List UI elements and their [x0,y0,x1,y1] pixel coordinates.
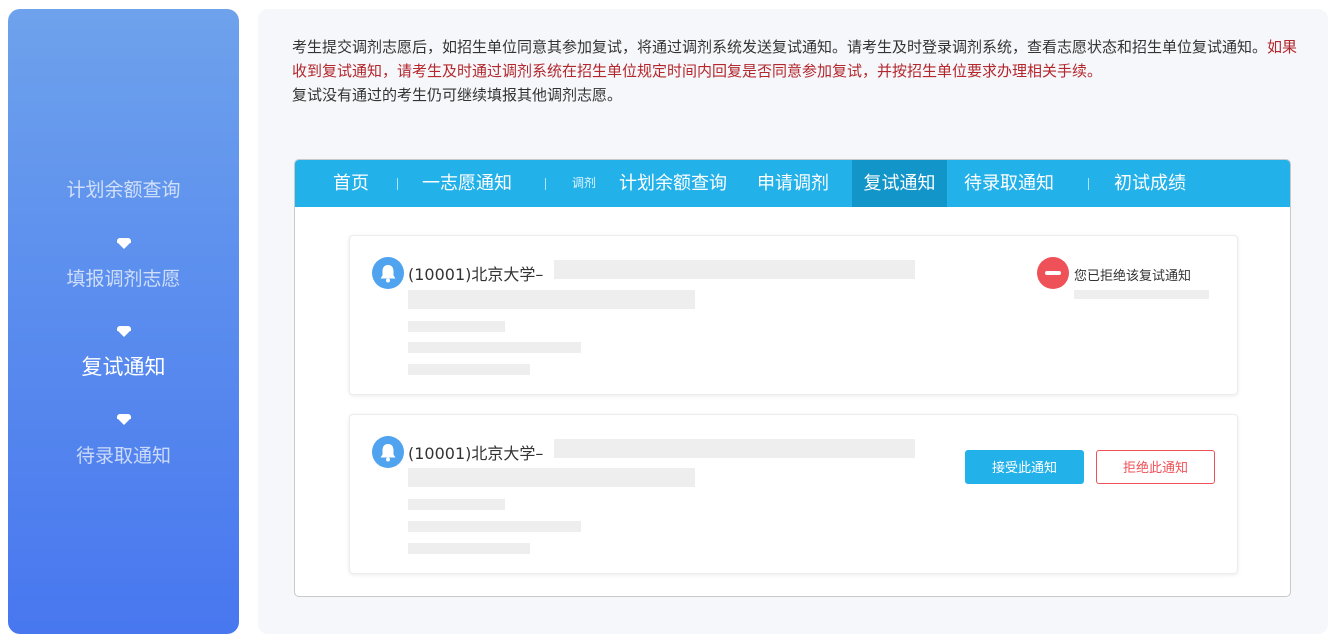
step-sidebar: 计划余额查询 填报调剂志愿 复试通知 待录取通知 [8,9,239,634]
redacted-block [408,499,505,510]
nav-plan-balance-query[interactable]: 计划余额查询 [619,160,727,207]
nav-first-choice-notice[interactable]: 一志愿通知 [422,160,512,207]
down-arrow-icon [117,414,131,425]
step-fill-adjustment[interactable]: 填报调剂志愿 [8,264,239,291]
university-name: (10001)北京大学– [408,444,544,463]
nav-initial-exam-score[interactable]: 初试成绩 [1114,160,1186,207]
redacted-block [554,439,915,458]
step-retest-notice[interactable]: 复试通知 [8,351,239,381]
reject-minus-icon [1037,257,1069,289]
nav-bar: 首页 一志愿通知 调剂 计划余额查询 申请调剂 复试通知 待录取通知 初试成绩 [295,160,1290,207]
down-arrow-icon [117,238,131,249]
screenshot-frame: 首页 一志愿通知 调剂 计划余额查询 申请调剂 复试通知 待录取通知 初试成绩 … [294,159,1291,597]
notice-card-1: (10001)北京大学– 您已拒绝该复试通知 [349,235,1238,395]
nav-divider [397,178,398,190]
bell-icon [372,257,404,289]
redacted-block [408,543,530,554]
main-panel: 考生提交调剂志愿后，如招生单位同意其参加复试，将通过调剂系统发送复试通知。请考生… [258,9,1328,634]
redacted-block [408,364,530,375]
decline-notice-button[interactable]: 拒绝此通知 [1096,450,1215,484]
notice-text: 考生提交调剂志愿后，如招生单位同意其参加复试，将通过调剂系统发送复试通知。请考生… [292,35,1302,107]
redacted-block [408,468,695,487]
redacted-block [408,342,581,353]
redacted-block [408,521,581,532]
status-rejected-text: 您已拒绝该复试通知 [1074,269,1192,284]
step-pending-admission[interactable]: 待录取通知 [8,441,239,468]
redacted-block [554,260,915,279]
down-arrow-icon [117,326,131,337]
nav-home[interactable]: 首页 [333,160,369,207]
notice-card-2: (10001)北京大学– 接受此通知 拒绝此通知 [349,414,1238,574]
redacted-block [408,290,695,309]
redacted-block [1074,290,1209,299]
nav-apply-adjustment[interactable]: 申请调剂 [757,160,829,207]
university-name: (10001)北京大学– [408,265,544,284]
nav-retest-notice[interactable]: 复试通知 [852,160,947,207]
nav-pending-admission-notice[interactable]: 待录取通知 [964,160,1054,207]
step-plan-balance-query[interactable]: 计划余额查询 [8,175,239,202]
notice-part3: 复试没有通过的考生仍可继续填报其他调剂志愿。 [292,86,623,104]
bell-icon [372,436,404,468]
notice-part1: 考生提交调剂志愿后，如招生单位同意其参加复试，将通过调剂系统发送复试通知。请考生… [292,38,1268,56]
nav-divider [1088,178,1089,190]
redacted-block [408,321,505,332]
nav-divider [545,178,546,190]
nav-adjustment-label: 调剂 [572,176,597,190]
accept-notice-button[interactable]: 接受此通知 [965,450,1084,484]
